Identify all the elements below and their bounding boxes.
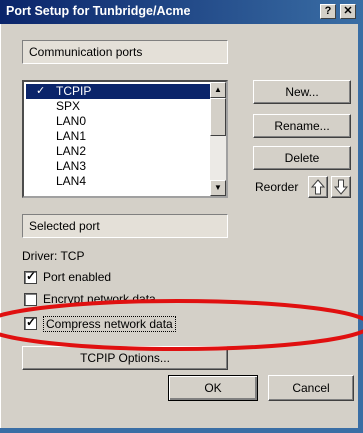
list-item-label: LAN0 xyxy=(56,114,87,128)
encrypt-network-data-label: Encrypt network data xyxy=(43,292,156,306)
close-button[interactable]: ✕ xyxy=(340,4,356,19)
arrow-down-icon xyxy=(333,179,349,195)
scroll-up-button[interactable]: ▲ xyxy=(210,82,226,98)
compress-network-data-label: Compress network data xyxy=(43,316,176,332)
list-item-label: LAN1 xyxy=(56,129,87,143)
window-frame-bottom xyxy=(0,428,363,433)
port-enabled-checkbox[interactable]: ✓ xyxy=(24,269,37,284)
window-frame-left xyxy=(0,24,3,433)
communication-ports-label: Communication ports xyxy=(29,45,143,59)
communication-ports-header: Communication ports xyxy=(22,40,228,64)
list-item[interactable]: ✓ TCPIP xyxy=(26,84,226,99)
list-item-label: SPX xyxy=(56,99,81,113)
window-frame-right xyxy=(358,24,363,433)
driver-label: Driver: TCP xyxy=(22,249,85,263)
checkmark-icon: ✓ xyxy=(26,315,37,329)
move-up-button[interactable] xyxy=(308,176,328,198)
triangle-up-icon: ▲ xyxy=(214,85,222,94)
window-title: Port Setup for Tunbridge/Acme xyxy=(6,4,191,18)
list-item[interactable]: LAN1 xyxy=(26,129,226,144)
ok-button[interactable]: OK xyxy=(168,375,258,401)
list-item[interactable]: SPX xyxy=(26,99,226,114)
cancel-button[interactable]: Cancel xyxy=(268,375,354,401)
checkmark-icon: ✓ xyxy=(36,85,46,97)
arrow-up-icon xyxy=(310,179,326,195)
scroll-thumb[interactable] xyxy=(210,98,226,136)
list-item-label: LAN4 xyxy=(56,174,87,188)
title-bar[interactable]: Port Setup for Tunbridge/Acme ? ✕ xyxy=(0,0,363,24)
move-down-button[interactable] xyxy=(331,176,351,198)
tcpip-options-button[interactable]: TCPIP Options... xyxy=(22,346,228,370)
rename-button[interactable]: Rename... xyxy=(253,114,351,138)
triangle-down-icon: ▼ xyxy=(214,183,222,192)
list-item[interactable]: LAN2 xyxy=(26,144,226,159)
delete-button[interactable]: Delete xyxy=(253,146,351,170)
list-item-label: LAN3 xyxy=(56,159,87,173)
selected-port-label: Selected port xyxy=(29,219,100,233)
new-button[interactable]: New... xyxy=(253,80,351,104)
list-item[interactable]: LAN4 xyxy=(26,174,226,189)
list-item[interactable]: LAN3 xyxy=(26,159,226,174)
list-item-label: TCPIP xyxy=(56,84,92,98)
scroll-down-button[interactable]: ▼ xyxy=(210,180,226,196)
reorder-label: Reorder xyxy=(255,180,299,194)
compress-network-data-checkbox[interactable]: ✓ xyxy=(24,315,37,330)
selected-port-header: Selected port xyxy=(22,214,228,238)
checkmark-icon: ✓ xyxy=(26,269,37,283)
ports-listbox[interactable]: ✓ TCPIP SPX LAN0 LAN1 LAN2 LAN3 LAN4 ▲ ▼ xyxy=(22,80,228,198)
help-button[interactable]: ? xyxy=(320,4,336,19)
list-item-label: LAN2 xyxy=(56,144,87,158)
port-enabled-label: Port enabled xyxy=(43,270,112,284)
list-item[interactable]: LAN0 xyxy=(26,114,226,129)
listbox-scrollbar[interactable]: ▲ ▼ xyxy=(210,82,226,196)
encrypt-network-data-checkbox[interactable] xyxy=(24,293,37,306)
